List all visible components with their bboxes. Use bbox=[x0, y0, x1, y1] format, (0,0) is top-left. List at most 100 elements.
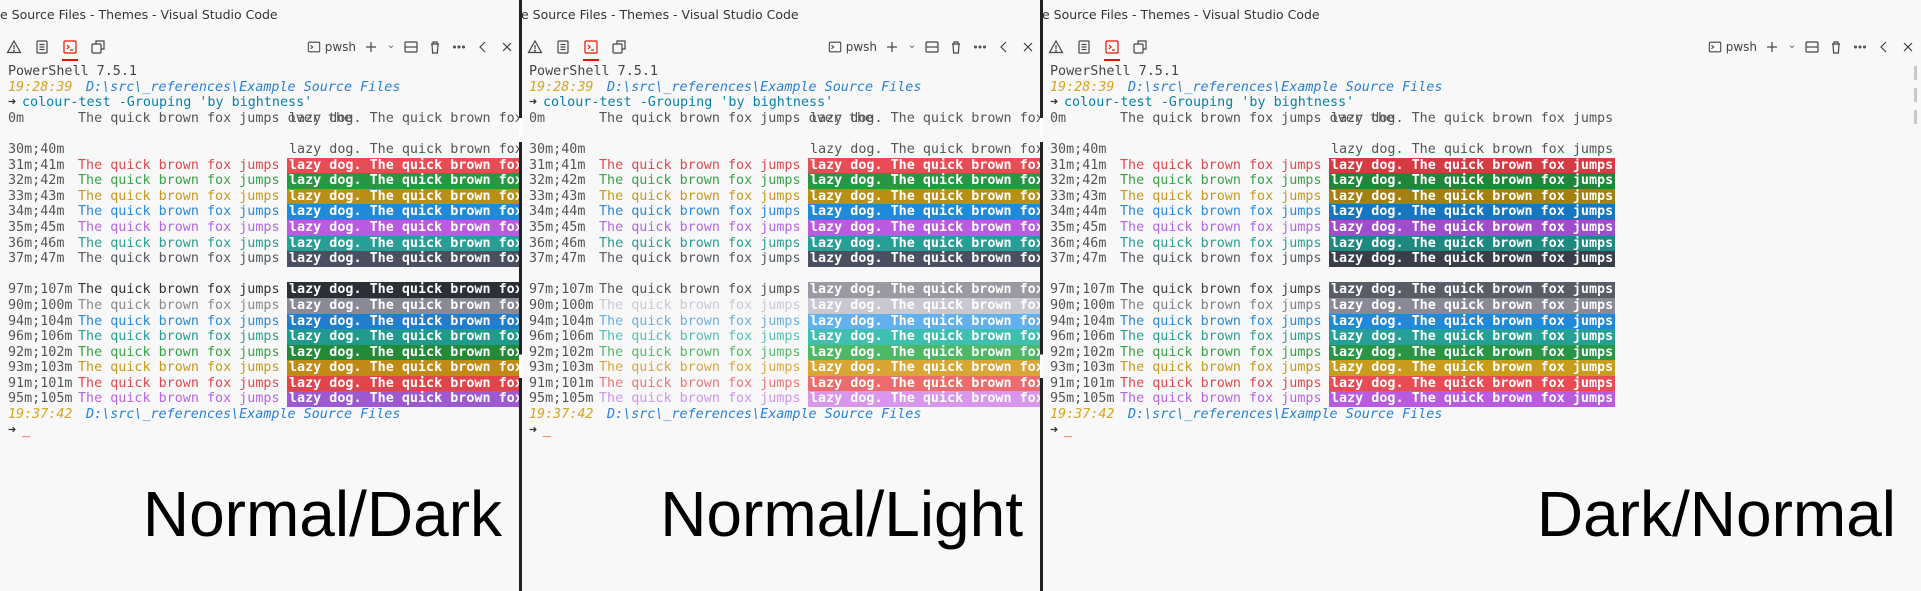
panel-tabs bbox=[1044, 34, 1152, 61]
color-row: 37m;47m The quick brown fox jumps over th… bbox=[529, 251, 1041, 267]
chevron-left-icon[interactable] bbox=[474, 35, 492, 59]
window-title: e Source Files - Themes - Visual Studio … bbox=[1042, 0, 1921, 30]
color-code-label: 32m;42m bbox=[8, 173, 65, 189]
panel-divider bbox=[1040, 0, 1043, 591]
color-row: 30m;40mThe quick brown fox jumps over th… bbox=[8, 141, 520, 158]
color-row: 34m;44m The quick brown fox jumps over th… bbox=[529, 204, 1041, 220]
background-sample: lazy dog. The quick brown fox jumps bbox=[808, 219, 1041, 236]
background-sample: lazy dog. The quick brown fox jumps bbox=[1329, 282, 1616, 298]
terminal-profile[interactable]: pwsh bbox=[307, 40, 356, 54]
background-sample: lazy dog. The quick brown fox jumps bbox=[810, 110, 1041, 126]
background-sample: lazy dog. The quick brown fox jumps bbox=[1331, 110, 1614, 126]
trash-icon[interactable] bbox=[1827, 35, 1845, 59]
problems-icon[interactable] bbox=[523, 35, 547, 59]
color-row: 33m;43m The quick brown fox jumps over th… bbox=[8, 188, 520, 205]
color-row: 32m;42m The quick brown fox jumps over th… bbox=[8, 173, 520, 189]
output-icon[interactable] bbox=[30, 35, 54, 59]
more-actions-icon[interactable] bbox=[971, 35, 989, 59]
color-code-label: 93m;103m bbox=[8, 360, 73, 376]
more-actions-icon[interactable] bbox=[450, 35, 468, 59]
chevron-left-icon[interactable] bbox=[995, 35, 1013, 59]
terminal-profile[interactable]: pwsh bbox=[828, 40, 877, 54]
terminal-output[interactable]: PowerShell 7.5.1 19:28:39 D:\src\_referenc… bbox=[1050, 64, 1921, 438]
scrollbar[interactable] bbox=[1913, 66, 1919, 126]
prompt-path: D:\src\_references\Example Source Files bbox=[1128, 79, 1443, 95]
color-row: 33m;43m The quick brown fox jumps over th… bbox=[529, 188, 1041, 205]
terminal-profile-label: pwsh bbox=[1725, 40, 1757, 54]
close-icon[interactable] bbox=[1899, 35, 1917, 59]
problems-icon[interactable] bbox=[2, 35, 26, 59]
terminal-icon[interactable] bbox=[579, 35, 603, 61]
terminal-panel-1: e Source Files - Themes - Visual Studio … bbox=[0, 0, 520, 591]
terminal-icon[interactable] bbox=[58, 35, 82, 61]
color-row: 91m;101m The quick brown fox jumps over t… bbox=[529, 375, 1041, 392]
background-sample: lazy dog. The quick brown fox jumps bbox=[808, 391, 1041, 408]
background-sample: lazy dog. The quick brown fox jumps bbox=[1329, 173, 1616, 189]
panel-caption: Normal/Dark bbox=[142, 478, 502, 550]
command-line: ➜ colour-test -Grouping 'by bightness' bbox=[8, 95, 520, 111]
trash-icon[interactable] bbox=[426, 35, 444, 59]
color-code-label: 36m;46m bbox=[529, 235, 586, 251]
chevron-down-icon[interactable] bbox=[386, 35, 396, 59]
split-terminal-icon[interactable] bbox=[1803, 35, 1821, 59]
color-row: 32m;42m The quick brown fox jumps over th… bbox=[1050, 173, 1921, 189]
ports-icon[interactable] bbox=[1128, 35, 1152, 59]
output-icon[interactable] bbox=[1072, 35, 1096, 59]
color-code-label: 91m;101m bbox=[1050, 375, 1115, 391]
terminal-profile[interactable]: pwsh bbox=[1708, 40, 1757, 54]
close-icon[interactable] bbox=[1019, 35, 1037, 59]
color-code-label: 97m;107m bbox=[529, 282, 594, 298]
background-sample: lazy dog. The quick brown fox jumps bbox=[808, 188, 1041, 205]
color-row: 31m;41m The quick brown fox jumps over th… bbox=[529, 157, 1041, 174]
background-sample: lazy dog. The quick brown fox jumps bbox=[287, 297, 520, 314]
window-title: e Source Files - Themes - Visual Studio … bbox=[521, 0, 1041, 30]
trash-icon[interactable] bbox=[947, 35, 965, 59]
color-code-label: 35m;45m bbox=[8, 219, 65, 235]
color-row: 92m;102m The quick brown fox jumps over t… bbox=[8, 344, 520, 361]
shell-version: PowerShell 7.5.1 bbox=[1050, 64, 1179, 79]
color-row: 97m;107m The quick brown fox jumps over t… bbox=[8, 282, 520, 298]
panel-tabs bbox=[2, 34, 110, 61]
new-terminal-icon[interactable] bbox=[362, 35, 380, 59]
ports-icon[interactable] bbox=[607, 35, 631, 59]
terminal-profile-label: pwsh bbox=[324, 40, 356, 54]
close-icon[interactable] bbox=[498, 35, 516, 59]
window-title: e Source Files - Themes - Visual Studio … bbox=[0, 0, 520, 30]
prompt-arrow: ➜ bbox=[1050, 95, 1059, 111]
ports-icon[interactable] bbox=[86, 35, 110, 59]
color-code-label: 30m;40m bbox=[529, 141, 586, 157]
color-row: 93m;103m The quick brown fox jumps over t… bbox=[8, 360, 520, 376]
color-code-label: 90m;100m bbox=[8, 297, 73, 313]
color-code-label: 30m;40m bbox=[8, 141, 65, 157]
terminal-profile-icon bbox=[1708, 41, 1721, 53]
terminal-output[interactable]: PowerShell 7.5.1 19:28:39 D:\src\_referenc… bbox=[8, 64, 520, 438]
output-icon[interactable] bbox=[551, 35, 575, 59]
background-sample: lazy dog. The quick brown fox jumps bbox=[1329, 235, 1616, 252]
terminal-actions: pwsh bbox=[307, 34, 516, 60]
color-code-label: 96m;106m bbox=[529, 329, 594, 345]
prompt-arrow: ➜ bbox=[529, 95, 538, 111]
chevron-down-icon[interactable] bbox=[907, 35, 917, 59]
new-terminal-icon[interactable] bbox=[883, 35, 901, 59]
background-sample: lazy dog. The quick brown fox jumps bbox=[287, 188, 520, 205]
chevron-down-icon[interactable] bbox=[1787, 35, 1797, 59]
problems-icon[interactable] bbox=[1044, 35, 1068, 59]
color-row: 91m;101m The quick brown fox jumps over t… bbox=[8, 375, 520, 392]
split-terminal-icon[interactable] bbox=[923, 35, 941, 59]
color-row: 37m;47m The quick brown fox jumps over th… bbox=[8, 251, 520, 267]
color-row: 35m;45m The quick brown fox jumps over th… bbox=[1050, 219, 1921, 236]
input-line: ➜ _ bbox=[8, 423, 520, 439]
terminal-icon[interactable] bbox=[1100, 35, 1124, 61]
prompt-line: 19:28:39 D:\src\_references\Example Sourc… bbox=[8, 80, 520, 96]
background-sample: lazy dog. The quick brown fox jumps bbox=[287, 375, 520, 392]
color-code-label: 0m bbox=[529, 110, 546, 126]
terminal-output[interactable]: PowerShell 7.5.1 19:28:39 D:\src\_referenc… bbox=[529, 64, 1041, 438]
new-terminal-icon[interactable] bbox=[1763, 35, 1781, 59]
split-terminal-icon[interactable] bbox=[402, 35, 420, 59]
color-row: 35m;45m The quick brown fox jumps over th… bbox=[529, 219, 1041, 236]
more-actions-icon[interactable] bbox=[1851, 35, 1869, 59]
color-row: 97m;107m The quick brown fox jumps over t… bbox=[1050, 282, 1921, 298]
chevron-left-icon[interactable] bbox=[1875, 35, 1893, 59]
color-row: 31m;41m The quick brown fox jumps over th… bbox=[8, 157, 520, 174]
